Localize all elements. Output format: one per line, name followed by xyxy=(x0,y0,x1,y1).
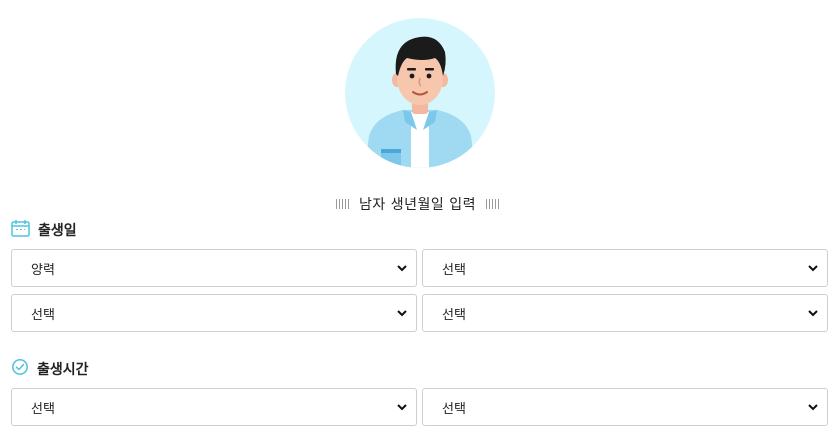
calendar-icon xyxy=(11,219,30,241)
birth-year-select[interactable]: 선택 xyxy=(422,249,828,287)
birth-month-value: 선택 xyxy=(31,307,55,323)
birth-year-value: 선택 xyxy=(442,262,466,278)
birth-minute-value: 선택 xyxy=(442,401,466,417)
birthtime-section-header: 출생시간 xyxy=(11,358,89,380)
male-avatar-image xyxy=(345,18,495,168)
chevron-down-icon xyxy=(807,307,819,319)
birth-hour-value: 선택 xyxy=(31,401,55,417)
birthday-section-header: 출생일 xyxy=(11,219,77,241)
section-banner: 남자 생년월일 입력 xyxy=(0,192,835,216)
chevron-down-icon xyxy=(396,307,408,319)
birth-hour-select[interactable]: 선택 xyxy=(11,388,417,426)
birth-month-select[interactable]: 선택 xyxy=(11,294,417,332)
chevron-down-icon xyxy=(396,401,408,413)
decorative-bars-left xyxy=(336,199,350,209)
banner-title: 남자 생년월일 입력 xyxy=(359,197,476,213)
birthday-label: 출생일 xyxy=(38,223,77,239)
chevron-down-icon xyxy=(807,401,819,413)
clock-icon xyxy=(11,358,29,380)
birth-day-value: 선택 xyxy=(442,307,466,323)
calendar-type-value: 양력 xyxy=(31,262,55,278)
chevron-down-icon xyxy=(396,262,408,274)
calendar-type-select[interactable]: 양력 xyxy=(11,249,417,287)
birthtime-label: 출생시간 xyxy=(37,362,89,378)
chevron-down-icon xyxy=(807,262,819,274)
decorative-bars-right xyxy=(485,199,499,209)
birth-day-select[interactable]: 선택 xyxy=(422,294,828,332)
birth-minute-select[interactable]: 선택 xyxy=(422,388,828,426)
